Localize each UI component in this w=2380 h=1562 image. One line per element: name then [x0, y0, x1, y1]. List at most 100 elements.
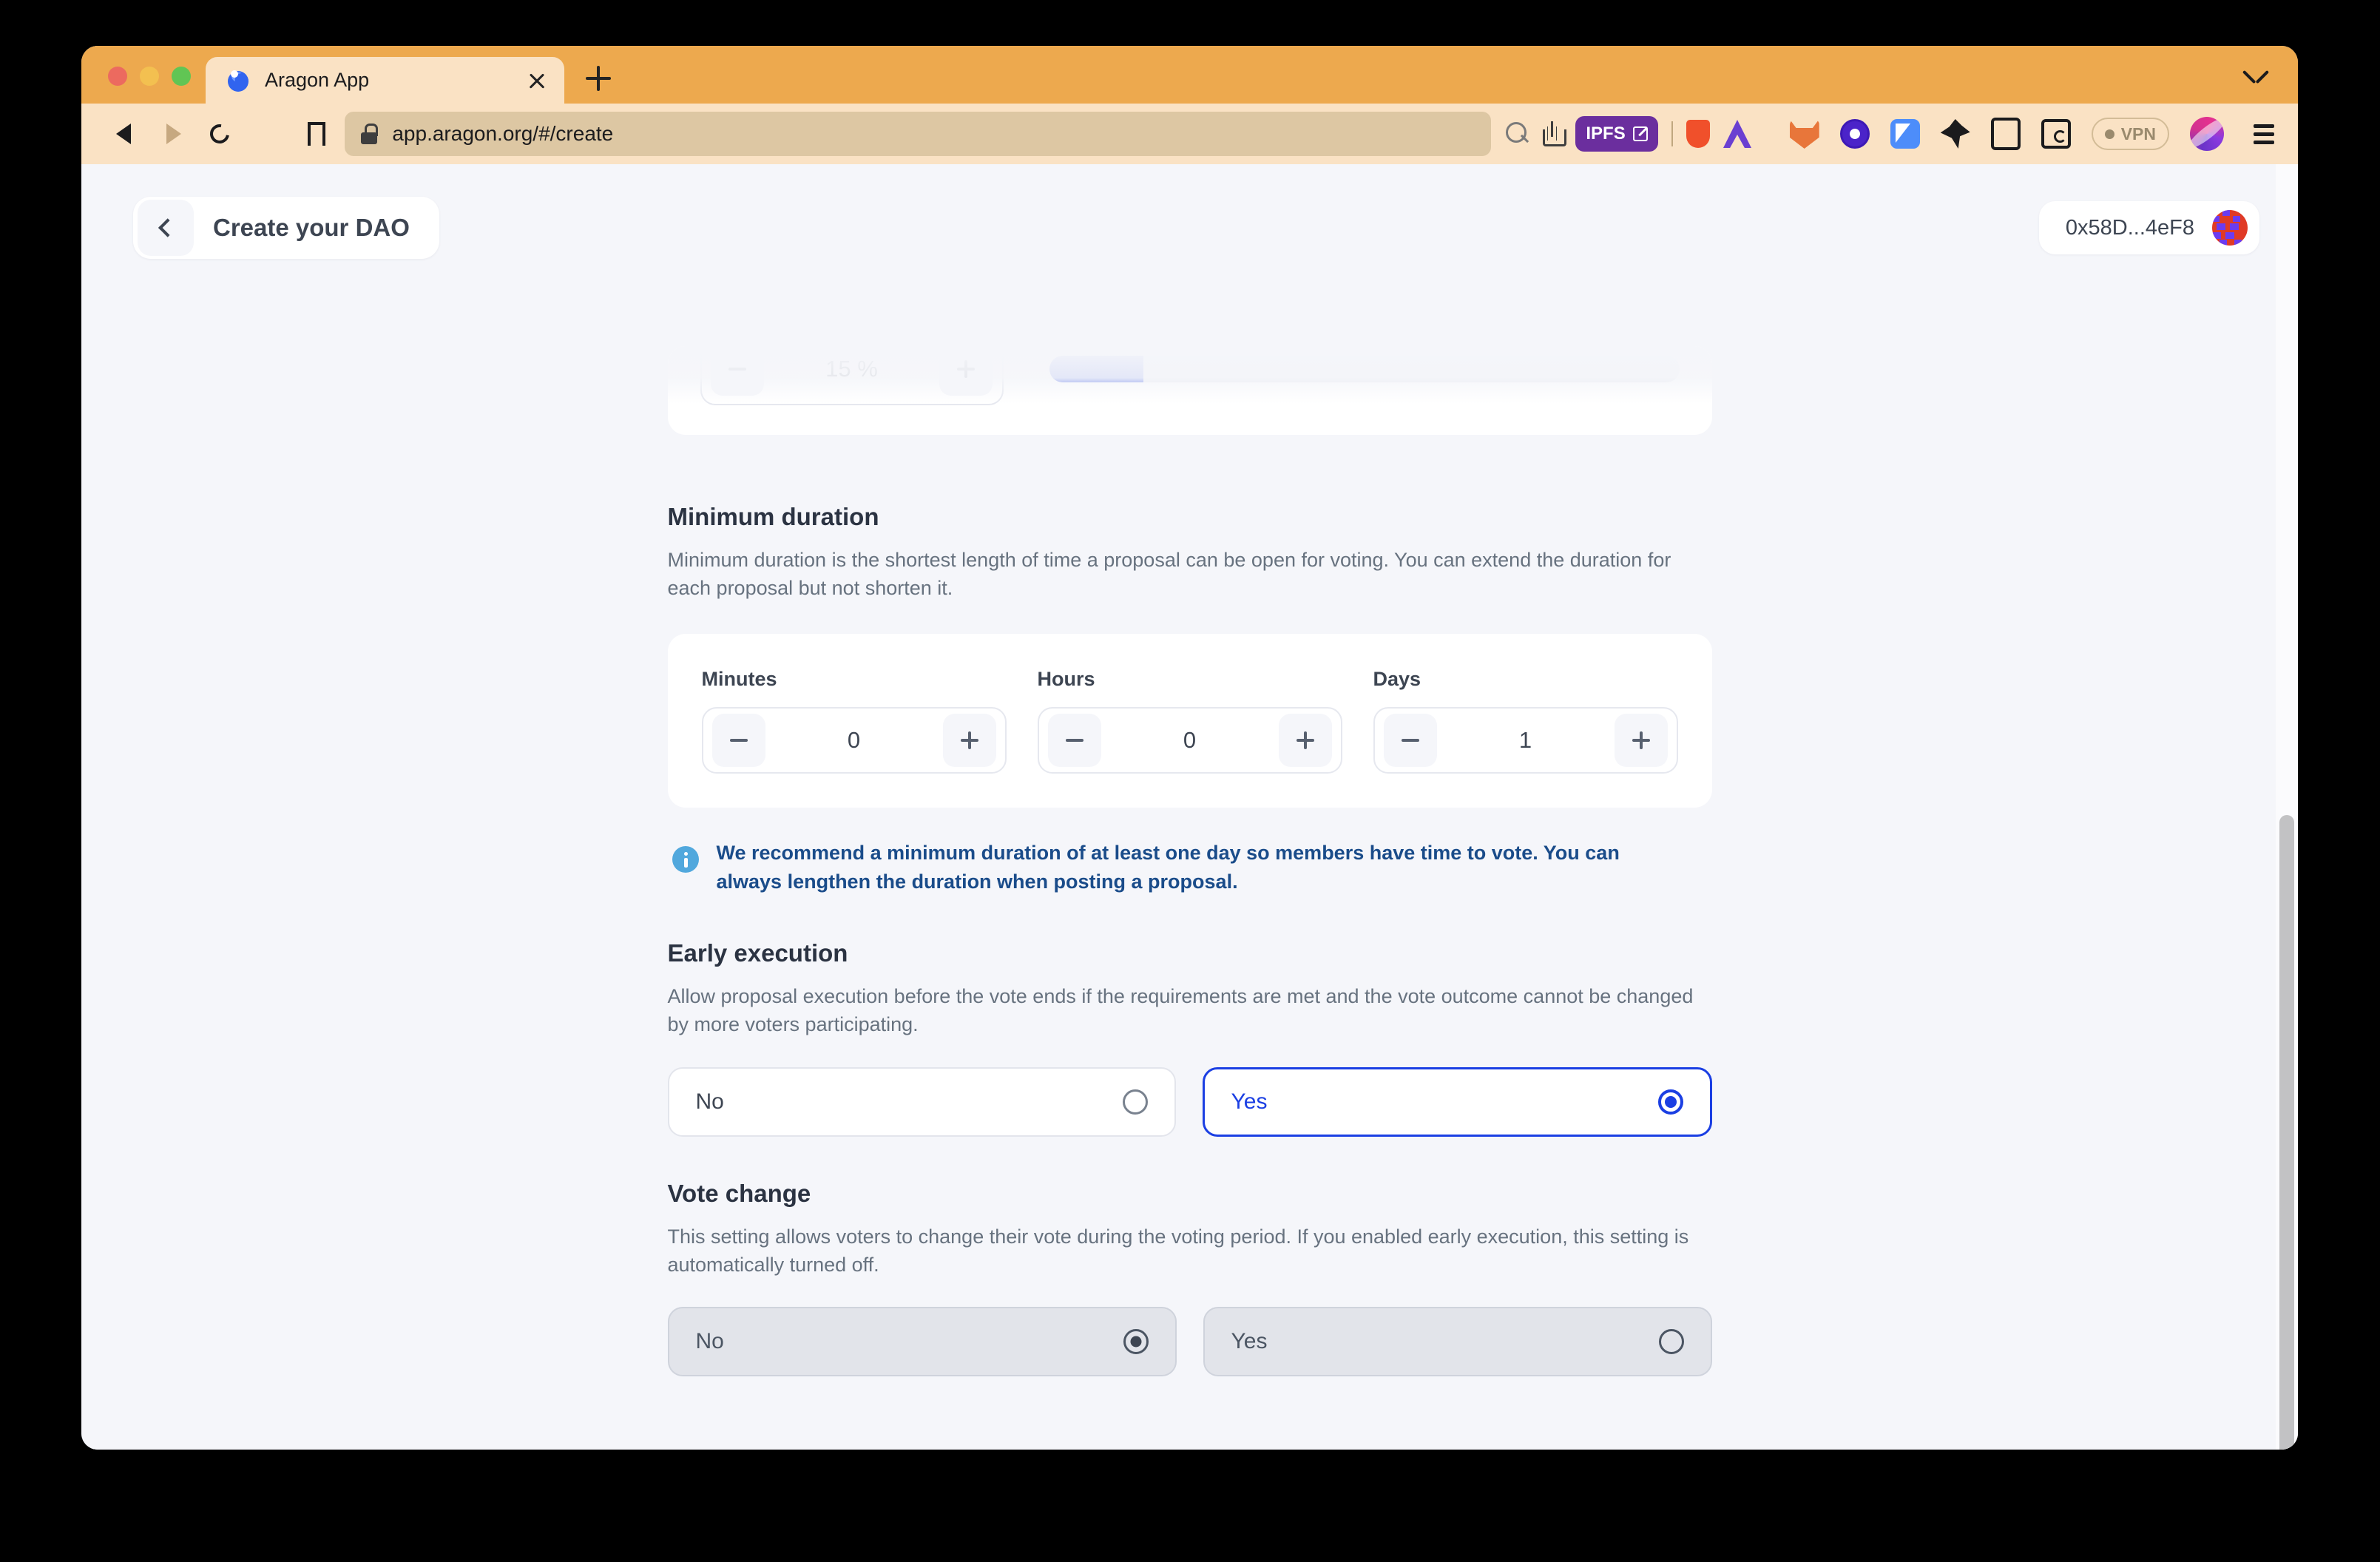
duration-field-days: Days 1	[1373, 668, 1678, 774]
maximize-window-button[interactable]	[172, 67, 191, 86]
vote-change-options: No Yes	[667, 1307, 1712, 1377]
hamburger-menu-icon[interactable]	[2249, 119, 2279, 149]
page-title: Create your DAO	[213, 214, 410, 241]
duration-field-hours: Hours 0	[1037, 667, 1342, 774]
browser-window: Aragon App app.aragon.org/#/create IPFS	[81, 46, 2298, 1450]
early-execution-description: Allow proposal execution before the vote…	[667, 984, 1694, 1036]
early-execution-option-yes-label: Yes	[1231, 1089, 1268, 1114]
early-execution-title: Early execution	[667, 939, 848, 967]
back-arrow-icon[interactable]	[104, 112, 146, 155]
plus-icon[interactable]	[1278, 713, 1332, 767]
minus-icon[interactable]	[711, 713, 765, 767]
aragon-logo-icon	[225, 67, 251, 94]
info-icon	[672, 845, 699, 873]
share-icon[interactable]	[1543, 121, 1567, 146]
hours-value: 0	[1183, 726, 1197, 753]
keplr-wallet-icon[interactable]	[1940, 119, 1970, 149]
vote-change-option-yes[interactable]: Yes	[1203, 1307, 1712, 1377]
minimum-duration-description: Minimum duration is the shortest length …	[667, 549, 1671, 600]
metamask-icon[interactable]	[1789, 119, 1819, 149]
extensions-tray: VPN	[1789, 117, 2279, 151]
vote-change-description: This setting allows voters to change the…	[667, 1225, 1689, 1276]
vote-change-option-no-label: No	[695, 1329, 724, 1354]
profile-avatar[interactable]	[2190, 117, 2224, 151]
opera-wallet-icon[interactable]	[1839, 119, 1870, 149]
chevron-left-icon	[158, 218, 178, 237]
vote-change-section: Vote change This setting allows voters t…	[667, 1179, 1712, 1377]
radio-selected-icon[interactable]	[1657, 1089, 1683, 1115]
minutes-stepper[interactable]: 0	[701, 706, 1007, 774]
chevron-down-icon[interactable]	[2234, 53, 2279, 98]
hours-stepper[interactable]: 0	[1037, 706, 1342, 774]
minimum-duration-section: Minimum duration Minimum duration is the…	[667, 503, 1712, 896]
external-link-icon	[1632, 126, 1648, 141]
app-header: Create your DAO 0x58D...4eF8	[81, 164, 2298, 339]
page-scroll-area: 15 % Minimum duration	[81, 164, 2298, 1450]
plus-icon[interactable]	[1614, 713, 1668, 767]
aragon-extension-icon[interactable]	[1723, 120, 1751, 149]
minimize-window-button[interactable]	[140, 67, 159, 86]
duration-label-days: Days	[1373, 667, 1421, 690]
window-traffic-lights	[81, 67, 206, 104]
early-execution-option-no-label: No	[695, 1089, 724, 1114]
page-viewport: 15 % Minimum duration	[81, 164, 2298, 1450]
radio-selected-icon[interactable]	[1123, 1329, 1149, 1355]
duration-label-hours: Hours	[1037, 667, 1095, 690]
days-value: 1	[1518, 726, 1532, 753]
plus-icon[interactable]	[942, 713, 996, 767]
duration-field-minutes: Minutes 0	[701, 667, 1007, 774]
forward-arrow-icon[interactable]	[151, 112, 194, 155]
ipfs-label: IPFS	[1586, 124, 1626, 143]
vote-change-option-yes-label: Yes	[1231, 1329, 1268, 1354]
duration-info-alert: We recommend a minimum duration of at le…	[668, 839, 1712, 896]
duration-info-alert-text: We recommend a minimum duration of at le…	[716, 841, 1620, 893]
radio-unselected-icon[interactable]	[1658, 1329, 1684, 1355]
radio-unselected-icon[interactable]	[1122, 1089, 1148, 1115]
card-fade-overlay	[667, 346, 1712, 404]
address-bar-actions: IPFS	[1506, 116, 1751, 152]
browser-tab[interactable]: Aragon App	[206, 57, 564, 104]
days-stepper[interactable]: 1	[1373, 706, 1678, 774]
support-threshold-card-partial: 15 %	[667, 346, 1712, 435]
browser-tab-strip: Aragon App	[81, 46, 2298, 104]
address-bar[interactable]: app.aragon.org/#/create	[345, 112, 1492, 156]
minus-icon[interactable]	[1047, 713, 1101, 767]
close-icon[interactable]	[524, 68, 550, 93]
minimum-duration-title: Minimum duration	[667, 503, 879, 530]
new-tab-icon[interactable]	[578, 58, 619, 99]
duration-label-minutes: Minutes	[701, 667, 777, 690]
early-execution-options: No Yes	[667, 1066, 1712, 1137]
url-text: app.aragon.org/#/create	[392, 122, 614, 145]
vote-change-title: Vote change	[667, 1179, 811, 1207]
blockie-avatar	[2212, 210, 2248, 246]
minutes-value: 0	[847, 726, 861, 753]
vpn-button[interactable]: VPN	[2091, 118, 2169, 150]
minus-icon[interactable]	[1383, 713, 1437, 767]
brave-shields-icon[interactable]	[1686, 120, 1710, 148]
rainbow-wallet-icon[interactable]	[1890, 119, 1920, 149]
browser-tab-title: Aragon App	[265, 69, 370, 91]
duration-inputs-card: Minutes 0 Hours 0 Days 1	[667, 633, 1712, 808]
page-scrollbar[interactable]	[2276, 164, 2298, 1450]
ipfs-button[interactable]: IPFS	[1575, 116, 1658, 152]
page-scrollbar-thumb[interactable]	[2279, 815, 2294, 1450]
bookmark-icon[interactable]	[308, 122, 332, 155]
zoom-out-icon[interactable]	[1506, 122, 1529, 146]
mobile-wallet-icon[interactable]	[1990, 118, 2021, 150]
vote-change-option-no[interactable]: No	[667, 1307, 1177, 1377]
wallet-icon[interactable]	[2041, 119, 2071, 149]
browser-toolbar: app.aragon.org/#/create IPFS VPN	[81, 104, 2298, 164]
page-content-column: 15 % Minimum duration	[667, 164, 1712, 1450]
close-window-button[interactable]	[108, 67, 127, 86]
lock-icon	[361, 124, 379, 144]
back-nav-button[interactable]	[138, 200, 194, 256]
early-execution-option-yes[interactable]: Yes	[1202, 1066, 1712, 1137]
early-execution-section: Early execution Allow proposal execution…	[667, 939, 1712, 1137]
create-dao-back-pill[interactable]: Create your DAO	[133, 197, 439, 259]
reload-icon[interactable]	[198, 112, 241, 155]
wallet-address: 0x58D...4eF8	[2065, 215, 2194, 240]
wallet-button[interactable]: 0x58D...4eF8	[2038, 201, 2259, 254]
toolbar-divider	[1671, 121, 1673, 146]
early-execution-option-no[interactable]: No	[667, 1066, 1176, 1137]
vpn-label: VPN	[2120, 124, 2156, 143]
